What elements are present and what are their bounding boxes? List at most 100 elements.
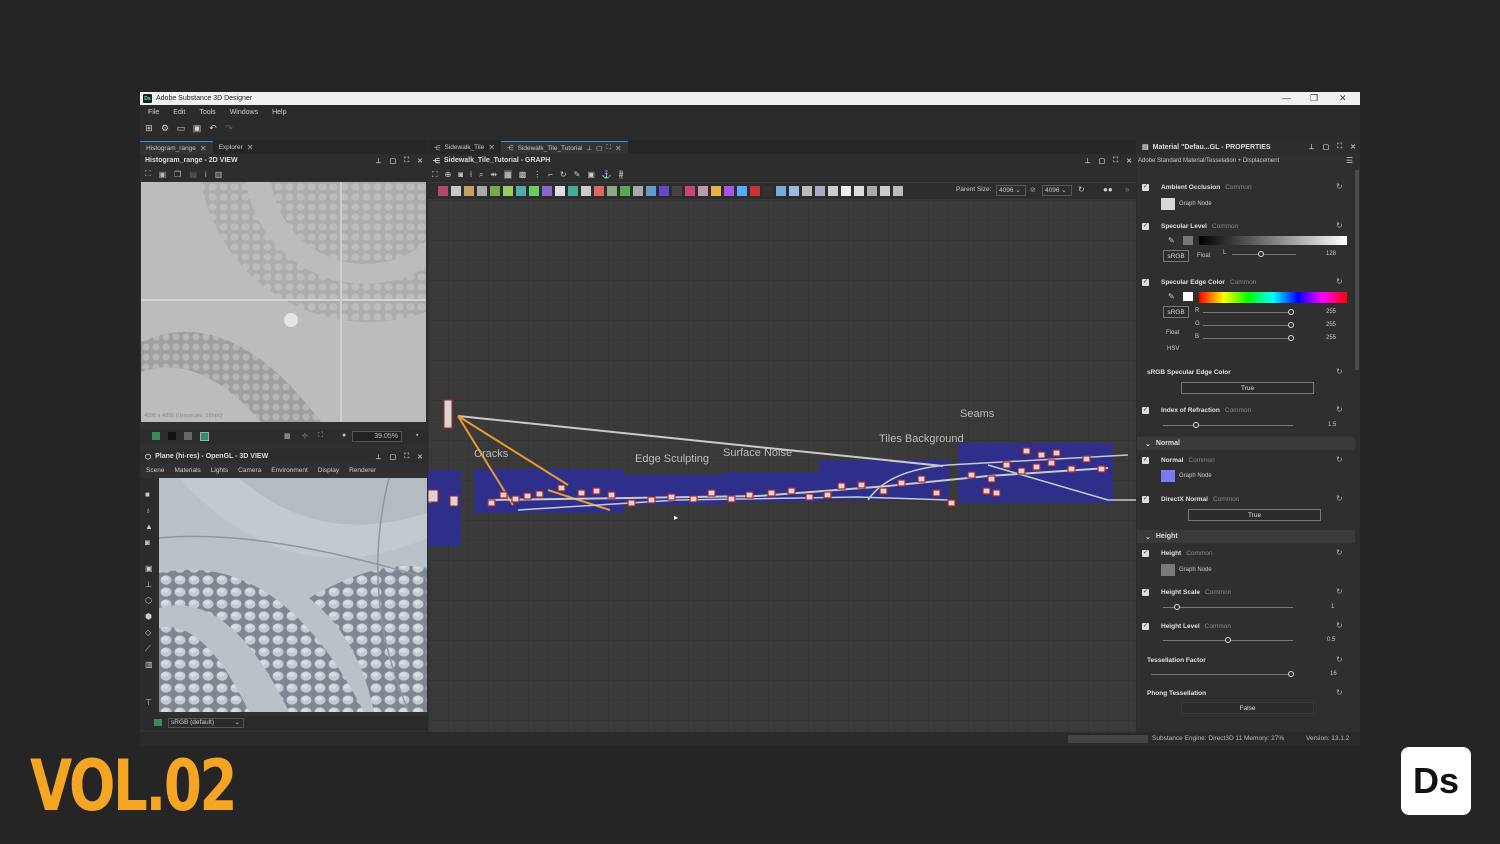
menu-scene[interactable]: Scene [146,467,164,474]
tab-sidewalk-tile[interactable]: ⋲ Sidewalk_Tile ✕ [428,141,501,154]
reset-icon[interactable]: ↻ [1336,367,1343,376]
tessellation-slider[interactable] [1151,674,1293,675]
height-scale-slider[interactable] [1163,607,1293,608]
fit-icon[interactable]: ⛶ [145,169,151,179]
r-value[interactable]: 255 [1326,309,1336,315]
mesh-icon[interactable]: ⬡ [145,596,152,605]
graph-node[interactable] [689,495,698,503]
tool-icon[interactable]: ✎ [574,170,581,179]
close-icon[interactable]: ✕ [417,453,423,461]
eyedropper-icon[interactable]: ✎ [1168,236,1175,245]
new-package-icon[interactable]: ⚙ [160,123,170,133]
g-value[interactable]: 255 [1326,322,1336,328]
graph-node[interactable] [917,475,926,483]
tessellation-value[interactable]: 16 [1330,671,1337,677]
float-icon[interactable]: ▢ [390,453,397,461]
b-slider[interactable] [1203,338,1291,339]
compute-icon[interactable]: ▣ [587,170,595,179]
height-level-knob[interactable] [1225,637,1231,643]
node-palette-icon[interactable] [854,186,864,196]
node-palette-icon[interactable] [789,186,799,196]
graph-node[interactable] [1052,449,1061,457]
normal-checkbox[interactable]: ✓ [1142,457,1149,464]
graph-node[interactable] [1002,461,1011,469]
frame-icon[interactable]: ▣ [145,564,153,573]
ior-checkbox[interactable]: ✓ [1142,407,1149,414]
pin-icon[interactable]: ⊥ [375,453,381,461]
spec-edge-srgb[interactable]: sRGB [1163,306,1189,318]
save-icon[interactable]: ▣ [192,123,202,133]
wireframe-icon[interactable]: ⬢ [145,612,152,621]
graph-node[interactable] [499,491,508,499]
node-palette-icon[interactable] [737,186,747,196]
node-palette-icon[interactable] [776,186,786,196]
menu-icon[interactable]: ☰ [1346,156,1353,165]
close-icon[interactable]: ✕ [1350,143,1356,151]
pin-icon[interactable]: ⊥ [375,157,381,165]
graph-node[interactable] [487,499,496,507]
frame-label-surface-noise[interactable]: Surface Noise [723,447,792,459]
snapshot-icon[interactable]: ◙ [145,538,150,547]
frame-label-seams[interactable]: Seams [960,408,994,420]
graph-node[interactable] [947,499,956,507]
frame-label-cracks[interactable]: Cracks [474,448,508,460]
float-icon[interactable]: ▢ [1323,143,1330,151]
graph-node[interactable] [592,487,601,495]
ior-slider[interactable] [1163,425,1293,426]
search-icon[interactable]: ⌕ [479,170,483,180]
height-scale-knob[interactable] [1174,604,1180,610]
g-knob[interactable] [1288,322,1294,328]
height-checkbox[interactable]: ✓ [1142,550,1149,557]
node-palette-icon[interactable] [490,186,500,196]
pin-icon[interactable]: ⊥ [1084,157,1090,165]
open-icon[interactable]: ▭ [176,123,186,133]
graph-node[interactable] [577,489,586,497]
grid-layout-icon[interactable]: ▩ [519,170,527,179]
ao-graph-node-thumb[interactable] [1161,198,1175,210]
menu-lights[interactable]: Lights [211,467,228,474]
bg-black-icon[interactable] [168,432,176,440]
node-palette-icon[interactable] [594,186,604,196]
graph-node[interactable] [992,489,1001,497]
axis-icon[interactable]: ⊥ [145,580,152,589]
close-icon[interactable]: ✕ [1126,157,1132,165]
node-palette-icon[interactable] [750,186,760,196]
node-palette-icon[interactable] [672,186,682,196]
graph-node[interactable] [745,491,754,499]
reset-icon[interactable]: ↻ [1336,688,1343,697]
lock-icon[interactable]: ▪ [416,432,418,439]
colorspace-select[interactable]: sRGB (default) ⌄ [168,718,244,728]
node-palette-icon[interactable] [516,186,526,196]
pin-icon[interactable]: ⊥ [1308,143,1314,151]
spec-level-srgb[interactable]: sRGB [1163,250,1189,262]
graph-node[interactable] [1022,447,1031,455]
restore-icon[interactable]: ❐ [1310,92,1318,105]
expand-icon[interactable]: » [1125,185,1129,194]
histogram-icon[interactable]: ▥ [215,170,223,179]
graph-node[interactable] [523,492,532,500]
maximize-icon[interactable]: ⛶ [1337,143,1342,151]
refresh-icon[interactable]: ↻ [560,170,567,179]
maximize-icon[interactable]: ⛶ [404,453,409,461]
camera-icon[interactable]: ■ [145,490,150,499]
stats-icon[interactable]: ▥ [145,660,153,669]
graph-node[interactable] [987,475,996,483]
size-select[interactable]: 4096 ⌄ [1042,185,1072,196]
node-palette-icon[interactable] [893,186,903,196]
node-palette-icon[interactable] [438,186,448,196]
graph-node[interactable] [982,487,991,495]
normal-section-header[interactable]: ⌄ Normal [1137,437,1355,450]
pin-icon[interactable]: ⊥ [587,144,593,152]
parent-size-select[interactable]: 4096 ⌄ [996,185,1026,196]
srgb-spec-edge-toggle[interactable]: True [1181,382,1314,394]
graph-node[interactable] [837,482,846,490]
spec-edge-checkbox[interactable]: ✓ [1142,279,1149,286]
node-palette-icon[interactable] [698,186,708,196]
reset-icon[interactable]: ↻ [1336,494,1343,503]
copy-icon[interactable]: ❐ [174,170,181,179]
reset-icon[interactable]: ↻ [1336,405,1343,414]
g-slider[interactable] [1203,325,1291,326]
spec-edge-float[interactable]: Float [1166,330,1179,336]
ior-value[interactable]: 1.5 [1328,422,1336,428]
b-knob[interactable] [1288,335,1294,341]
